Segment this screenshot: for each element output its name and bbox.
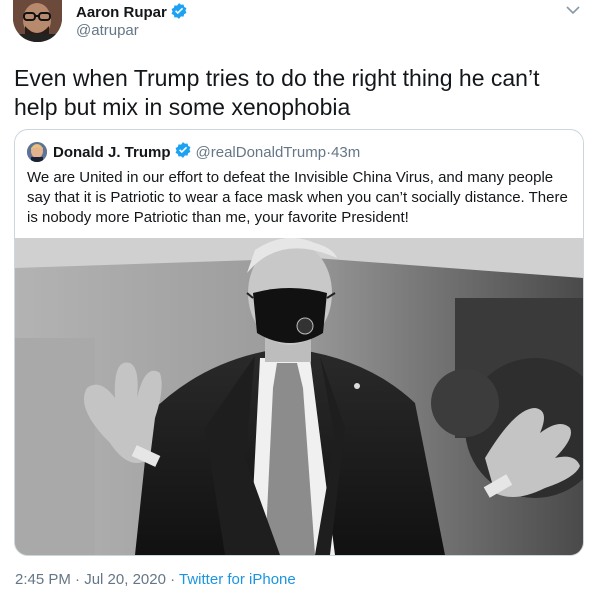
verified-badge-icon xyxy=(170,2,188,25)
quoted-author-name[interactable]: Donald J. Trump xyxy=(53,144,171,161)
chevron-down-icon[interactable] xyxy=(566,2,580,20)
tweet-date[interactable]: Jul 20, 2020 xyxy=(84,571,166,588)
tweet-time[interactable]: 2:45 PM xyxy=(15,571,71,588)
quoted-author-handle[interactable]: @realDonaldTrump xyxy=(196,144,327,161)
quoted-tweet-photo[interactable] xyxy=(15,238,583,555)
tweet-meta: 2:45 PM · Jul 20, 2020 · Twitter for iPh… xyxy=(15,571,296,588)
author-name-text[interactable]: Aaron Rupar xyxy=(76,4,167,21)
quoted-tweet-header: Donald J. Trump @realDonaldTrump · 43m xyxy=(27,141,360,164)
quoted-tweet-card[interactable]: Donald J. Trump @realDonaldTrump · 43m W… xyxy=(14,129,584,556)
quoted-author-avatar[interactable] xyxy=(27,142,47,162)
author-avatar[interactable] xyxy=(13,0,62,42)
meta-separator: · xyxy=(165,571,180,588)
quoted-time[interactable]: 43m xyxy=(331,144,360,161)
verified-badge-icon xyxy=(174,141,192,164)
tweet-source-app[interactable]: Twitter for iPhone xyxy=(179,571,296,588)
meta-separator: · xyxy=(70,571,85,588)
tweet-text: Even when Trump tries to do the right th… xyxy=(14,65,540,120)
author-handle[interactable]: @atrupar xyxy=(76,22,139,40)
quoted-tweet-text: We are United in our effort to defeat th… xyxy=(27,169,568,226)
